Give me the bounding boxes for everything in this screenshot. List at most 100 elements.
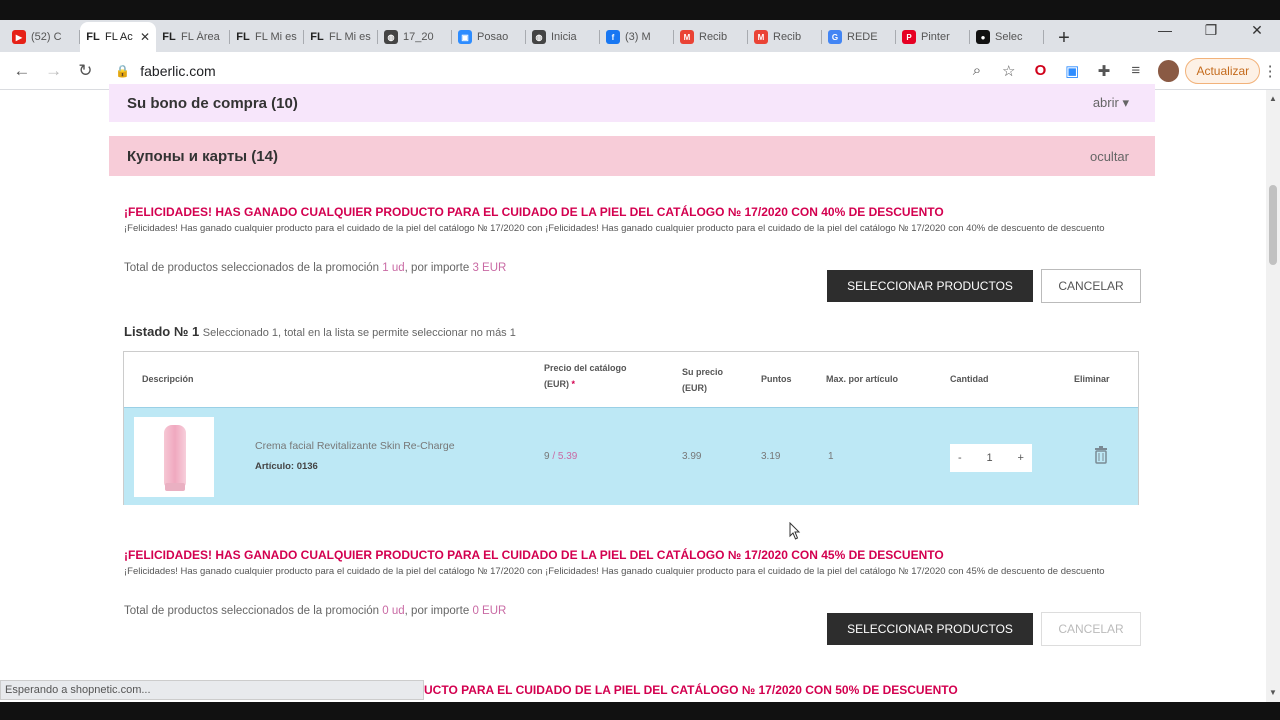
promo-total-amount: 0 EUR xyxy=(472,605,507,617)
faberlic-icon: FL xyxy=(236,31,250,43)
tab-title: (52) C xyxy=(31,31,62,43)
google-icon: G xyxy=(828,30,842,44)
reload-icon[interactable]: ↻ xyxy=(70,55,102,87)
col-header-catalog-price-line2: (EUR) xyxy=(544,379,569,389)
page-scrollbar[interactable]: ▲ ▼ xyxy=(1266,90,1280,702)
bono-toggle[interactable]: abrir ▾ xyxy=(1093,95,1129,111)
browser-tab[interactable]: ▣ Posao xyxy=(452,22,526,52)
select-products-button[interactable]: SELECCIONAR PRODUCTOS xyxy=(827,270,1033,302)
tab-strip: ▶ (52) C FL FL Ac ✕ FL FL Área FL FL Mi es FL FL M… xyxy=(0,20,1280,52)
cancel-button[interactable]: CANCELAR xyxy=(1041,269,1141,303)
required-asterisk: * xyxy=(571,379,576,389)
browser-tab[interactable]: M Recib xyxy=(674,22,748,52)
browser-tab[interactable]: ◍ 17_20 xyxy=(378,22,452,52)
max-per-article: 1 xyxy=(828,451,834,462)
zoom-icon: ▣ xyxy=(458,30,472,44)
col-header-catalog-price-line1: Precio del catálogo xyxy=(544,363,627,373)
promo-total-mid: , por importe xyxy=(404,605,470,617)
pinterest-icon: P xyxy=(902,30,916,44)
scroll-thumb[interactable] xyxy=(1269,185,1277,265)
browser-tab[interactable]: P Pinter xyxy=(896,22,970,52)
browser-window: ▶ (52) C FL FL Ac ✕ FL FL Área FL FL Mi es FL FL M… xyxy=(0,0,1280,720)
product-image[interactable] xyxy=(134,417,214,497)
cupones-panel[interactable]: Купоны и карты (14) ocultar xyxy=(109,136,1155,176)
scroll-down-icon[interactable]: ▼ xyxy=(1269,688,1277,697)
browser-tab[interactable]: FL FL Mi es xyxy=(304,22,378,52)
col-header-your-price-line2: (EUR) xyxy=(682,383,707,393)
cupones-toggle[interactable]: ocultar xyxy=(1090,149,1129,164)
restore-icon[interactable]: ❐ xyxy=(1188,22,1234,39)
youtube-icon: ▶ xyxy=(12,30,26,44)
url-field[interactable]: 🔒 faberlic.com xyxy=(107,56,961,86)
trash-icon[interactable] xyxy=(1094,446,1108,464)
menu-icon[interactable]: ⋮ xyxy=(1260,56,1280,86)
close-window-icon[interactable]: ✕ xyxy=(1234,22,1280,39)
tab-title: Recib xyxy=(699,31,728,43)
back-icon[interactable]: ← xyxy=(6,55,38,87)
increment-button[interactable]: + xyxy=(1018,452,1024,464)
col-header-your-price: Su precio (EUR) xyxy=(682,364,723,396)
puzzle-icon[interactable]: ✚ xyxy=(1088,56,1120,86)
decrement-button[interactable]: - xyxy=(958,452,962,464)
product-article: Artículo: 0136 xyxy=(255,461,318,472)
product-tube-cap xyxy=(165,483,185,491)
table-row: Crema facial Revitalizante Skin Re-Charg… xyxy=(124,407,1138,505)
scroll-up-icon[interactable]: ▲ xyxy=(1269,94,1277,103)
tab-title: FL Área xyxy=(181,31,220,43)
list-heading: Listado № 1 Seleccionado 1, total en la … xyxy=(124,324,516,339)
browser-tab[interactable]: FL FL Mi es xyxy=(230,22,304,52)
tab-title: FL Mi es xyxy=(255,31,297,43)
url-text: faberlic.com xyxy=(140,62,216,79)
gmail-icon: M xyxy=(680,30,694,44)
tab-title: REDE xyxy=(847,31,878,43)
browser-tab[interactable]: f (3) M xyxy=(600,22,674,52)
select-products-button[interactable]: SELECCIONAR PRODUCTOS xyxy=(827,613,1033,645)
chevron-down-icon: ▾ xyxy=(1122,95,1129,110)
promo-total-amount: 3 EUR xyxy=(472,262,507,274)
new-tab-icon[interactable]: + xyxy=(1050,24,1078,52)
promo-description: ¡Felicidades! Has ganado cualquier produ… xyxy=(124,566,1105,577)
col-header-catalog-price: Precio del catálogo (EUR) * xyxy=(544,360,627,392)
promo-total-prefix: Total de productos seleccionados de la p… xyxy=(124,262,380,274)
extension-zoom-icon[interactable]: ▣ xyxy=(1056,56,1088,86)
browser-tab[interactable]: FL FL Ac ✕ xyxy=(80,22,156,52)
minimize-icon[interactable]: — xyxy=(1142,22,1188,38)
browser-tab[interactable]: M Recib xyxy=(748,22,822,52)
product-table: Descripción Precio del catálogo (EUR) * … xyxy=(123,351,1139,505)
browser-tab[interactable]: ● Selec xyxy=(970,22,1044,52)
list-subtitle: Seleccionado 1, total en la lista se per… xyxy=(202,327,516,339)
bottom-black-bar xyxy=(0,702,1280,720)
tab-title: Recib xyxy=(773,31,802,43)
tab-title: FL Mi es xyxy=(329,31,371,43)
globe-icon: ◍ xyxy=(384,30,398,44)
lock-icon: 🔒 xyxy=(115,63,131,78)
col-header-max: Max. por artículo xyxy=(826,374,899,384)
browser-tab[interactable]: FL FL Área xyxy=(156,22,230,52)
bono-panel[interactable]: Su bono de compra (10) abrir ▾ xyxy=(109,84,1155,122)
status-bar: Esperando a shopnetic.com... xyxy=(0,680,424,700)
playlist-icon[interactable]: ≡ xyxy=(1120,56,1152,86)
opera-icon[interactable]: O xyxy=(1025,56,1057,86)
update-button[interactable]: Actualizar xyxy=(1185,57,1261,84)
browser-tab[interactable]: G REDE xyxy=(822,22,896,52)
promo-description: ¡Felicidades! Has ganado cualquier produ… xyxy=(124,223,1105,234)
avatar[interactable] xyxy=(1157,59,1180,82)
browser-tab[interactable]: ▶ (52) C xyxy=(6,22,80,52)
product-name[interactable]: Crema facial Revitalizante Skin Re-Charg… xyxy=(255,440,455,452)
star-icon[interactable]: ☆ xyxy=(993,56,1025,86)
faberlic-icon: FL xyxy=(86,31,100,43)
forward-icon[interactable]: → xyxy=(38,55,70,87)
cancel-button[interactable]: CANCELAR xyxy=(1041,612,1141,646)
quantity-stepper: - 1 + xyxy=(950,444,1032,472)
promo-title: ¡FELICIDADES! HAS GANADO CUALQUIER PRODU… xyxy=(124,205,944,219)
close-tab-icon[interactable]: ✕ xyxy=(140,30,150,44)
bono-panel-label: Su bono de compra (10) xyxy=(127,94,298,112)
catalog-price-new: 5.39 xyxy=(557,451,578,462)
browser-tab[interactable]: ◍ Inicia xyxy=(526,22,600,52)
zoom-icon[interactable]: ⌕ xyxy=(961,56,993,86)
tab-title: Posao xyxy=(477,31,509,43)
facebook-icon: f xyxy=(606,30,620,44)
quantity-value[interactable]: 1 xyxy=(987,452,993,464)
promo-total-qty: 0 ud xyxy=(382,605,405,617)
your-price: 3.99 xyxy=(682,451,702,462)
